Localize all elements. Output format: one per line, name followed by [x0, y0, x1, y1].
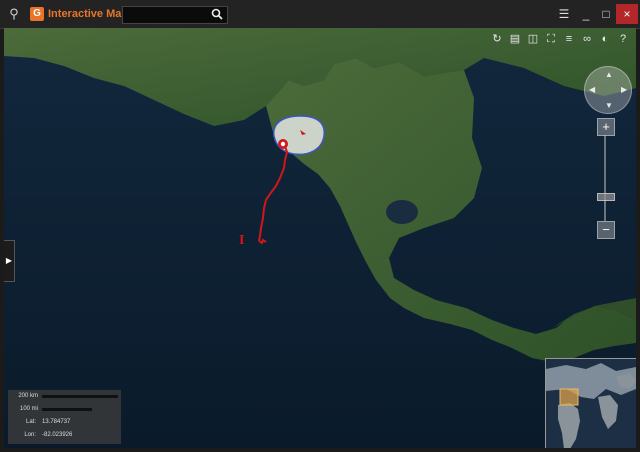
- camera-icon[interactable]: ◫: [526, 32, 540, 46]
- lat-label: Lat:: [25, 419, 36, 425]
- sidebar-toggle-button[interactable]: ▶: [4, 240, 15, 282]
- map-view[interactable]: I ↻ ▤ ◫ ⛶ ≡ ∞ ◐ ? ▶ ▲ ▼ ◀ ▶ + − 200 km 1…: [4, 28, 636, 448]
- hamburger-menu-icon[interactable]: ☰: [554, 4, 574, 24]
- scale-km-label: 200 km: [18, 393, 38, 399]
- map-canvas: [4, 28, 636, 448]
- pan-left-icon[interactable]: ◀: [589, 85, 595, 94]
- app-title: Interactive Map: [48, 8, 129, 20]
- minimize-button[interactable]: _: [576, 4, 596, 24]
- lon-value: -82.023926: [42, 432, 73, 438]
- app-logo: G: [30, 7, 44, 21]
- save-menu-icon[interactable]: ▤: [508, 32, 522, 46]
- overview-minimap[interactable]: [545, 358, 636, 448]
- minimap-canvas: [546, 359, 636, 448]
- zoom-slider-handle[interactable]: [597, 193, 615, 201]
- pan-up-icon[interactable]: ▲: [605, 70, 613, 79]
- scale-mi-label: 100 mi: [19, 406, 38, 412]
- lon-label: Lon:: [24, 432, 36, 438]
- search-box[interactable]: [122, 6, 228, 24]
- search-input[interactable]: [125, 8, 209, 22]
- scale-panel: 200 km 100 mi Lat: 13.784737 Lon: -82.02…: [8, 390, 121, 444]
- lon-row: Lon: -82.023926: [12, 432, 72, 438]
- search-icon[interactable]: [211, 8, 223, 20]
- refresh-icon[interactable]: ↻: [490, 32, 504, 46]
- zoom-out-button[interactable]: −: [597, 221, 615, 239]
- scale-km-row: 200 km: [12, 393, 118, 399]
- link-icon[interactable]: ⚲: [6, 6, 22, 22]
- lake-nicaragua: [386, 200, 418, 224]
- pan-down-icon[interactable]: ▼: [605, 101, 613, 110]
- close-button[interactable]: ×: [616, 4, 638, 24]
- zoom-in-button[interactable]: +: [597, 118, 615, 136]
- link-toggle-icon[interactable]: ∞: [580, 32, 594, 46]
- help-icon[interactable]: ?: [616, 32, 630, 46]
- lat-value: 13.784737: [42, 419, 71, 425]
- list-icon[interactable]: ≡: [562, 32, 576, 46]
- title-bar: ⚲ G Interactive Map ☰ _ □ ×: [0, 0, 640, 29]
- zoom-slider-track[interactable]: [604, 135, 606, 221]
- lat-row: Lat: 13.784737: [12, 419, 70, 425]
- pan-right-icon[interactable]: ▶: [621, 85, 627, 94]
- scale-mi-bar: [42, 407, 92, 411]
- minimap-viewport[interactable]: [559, 388, 579, 406]
- app-window: ⚲ G Interactive Map ☰ _ □ × I ↻ ▤ ◫ ⛶ ≡ …: [0, 0, 640, 452]
- scale-mi-row: 100 mi: [12, 406, 92, 412]
- pan-control[interactable]: ▲ ▼ ◀ ▶: [584, 66, 632, 114]
- scale-km-bar: [42, 394, 118, 398]
- fullscreen-icon[interactable]: ⛶: [544, 32, 558, 46]
- maximize-button[interactable]: □: [596, 4, 616, 24]
- track-label: I: [239, 233, 245, 248]
- storm-center-eye: [280, 141, 286, 147]
- theme-menu-icon[interactable]: ◐: [598, 32, 612, 46]
- map-toolbar: ↻ ▤ ◫ ⛶ ≡ ∞ ◐ ?: [490, 31, 630, 47]
